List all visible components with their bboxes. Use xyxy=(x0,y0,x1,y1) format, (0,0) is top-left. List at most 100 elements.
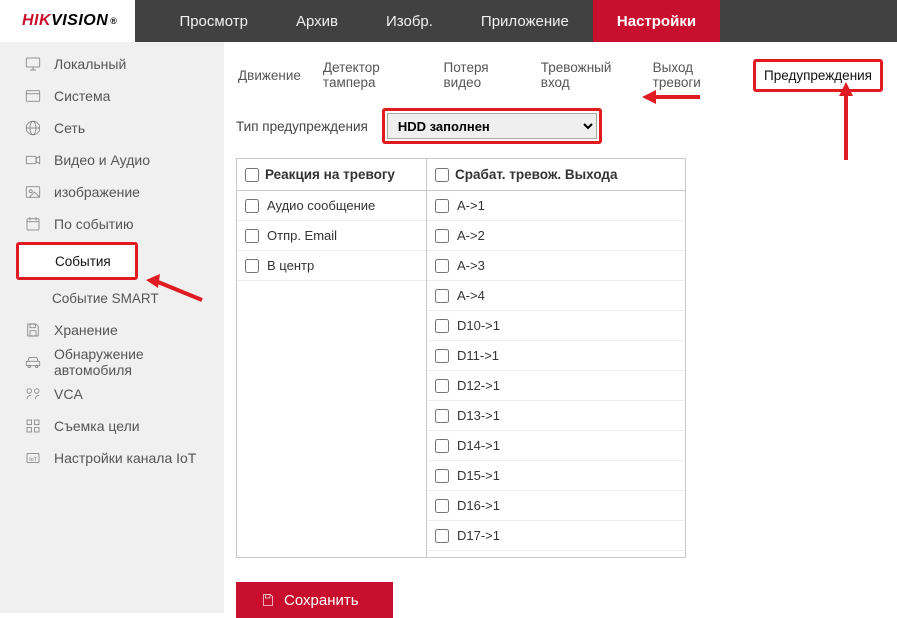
sidebar-item-smart-event[interactable]: Событие SMART xyxy=(0,282,224,314)
list-item[interactable]: D16->1 xyxy=(427,491,685,521)
list-item[interactable]: D18->1 xyxy=(427,551,685,557)
checkbox[interactable] xyxy=(435,379,449,393)
linkage-column: Реакция на тревогу Аудио сообщение Отпр.… xyxy=(237,159,427,557)
checkbox[interactable] xyxy=(435,469,449,483)
tab-label: Движение xyxy=(238,68,301,83)
sidebar-item-target-capture[interactable]: Съемка цели xyxy=(0,410,224,442)
iot-icon: IoT xyxy=(24,449,42,467)
checkbox[interactable] xyxy=(435,409,449,423)
globe-icon xyxy=(24,119,42,137)
checkbox[interactable] xyxy=(435,289,449,303)
item-label: A->2 xyxy=(457,228,485,243)
topnav-preview[interactable]: Просмотр xyxy=(155,0,272,42)
alarm-output-select-all[interactable] xyxy=(435,168,449,182)
item-label: D13->1 xyxy=(457,408,500,423)
tab-label: Потеря видео xyxy=(444,60,489,90)
checkbox[interactable] xyxy=(435,199,449,213)
item-label: A->4 xyxy=(457,288,485,303)
topnav: Просмотр Архив Изобр. Приложение Настрой… xyxy=(155,0,720,42)
linkage-select-all[interactable] xyxy=(245,168,259,182)
topnav-label: Архив xyxy=(296,13,338,30)
item-label: D10->1 xyxy=(457,318,500,333)
topnav-label: Приложение xyxy=(481,13,569,30)
item-label: A->1 xyxy=(457,198,485,213)
subtabs: Движение Детектор тампера Потеря видео Т… xyxy=(232,42,883,102)
tab-alarm-input[interactable]: Тревожный вход xyxy=(539,58,633,92)
sidebar-item-network[interactable]: Сеть xyxy=(0,112,224,144)
list-item[interactable]: D14->1 xyxy=(427,431,685,461)
tab-video-loss[interactable]: Потеря видео xyxy=(442,58,521,92)
list-item[interactable]: D15->1 xyxy=(427,461,685,491)
checkbox[interactable] xyxy=(245,199,259,213)
save-icon xyxy=(24,321,42,339)
sidebar-item-label: Локальный xyxy=(54,56,126,72)
checkbox[interactable] xyxy=(435,499,449,513)
item-label: D11->1 xyxy=(457,348,499,363)
item-label: Отпр. Email xyxy=(267,228,337,243)
topnav-settings[interactable]: Настройки xyxy=(593,0,720,42)
list-item[interactable]: D11->1 xyxy=(427,341,685,371)
sidebar-item-label: Сеть xyxy=(54,120,85,136)
item-label: Аудио сообщение xyxy=(267,198,375,213)
main: Локальный Система Сеть Видео и Аудио изо… xyxy=(0,42,897,613)
sidebar-item-label: События xyxy=(55,254,111,269)
sidebar-item-vehicle[interactable]: Обнаружение автомобиля xyxy=(0,346,224,378)
sidebar-item-events[interactable]: События xyxy=(19,245,135,277)
monitor-icon xyxy=(24,55,42,73)
tab-motion[interactable]: Движение xyxy=(236,66,303,85)
checkbox[interactable] xyxy=(435,319,449,333)
checkbox[interactable] xyxy=(435,439,449,453)
sidebar-item-system[interactable]: Система xyxy=(0,80,224,112)
tab-exception[interactable]: Предупреждения xyxy=(753,59,883,92)
brand-logo: HIKVISION® xyxy=(0,0,135,42)
checkbox[interactable] xyxy=(245,259,259,273)
sidebar-item-vca[interactable]: VCA xyxy=(0,378,224,410)
list-item[interactable]: A->2 xyxy=(427,221,685,251)
topnav-label: Изобр. xyxy=(386,13,433,30)
tab-alarm-output[interactable]: Выход тревоги xyxy=(651,58,735,92)
linkage-header: Реакция на тревогу xyxy=(237,159,426,191)
brand-hik: HIK xyxy=(22,12,51,30)
list-item[interactable]: В центр xyxy=(237,251,426,281)
target-icon xyxy=(24,417,42,435)
list-item[interactable]: A->1 xyxy=(427,191,685,221)
topnav-app[interactable]: Приложение xyxy=(457,0,593,42)
checkbox[interactable] xyxy=(245,229,259,243)
checkbox[interactable] xyxy=(435,229,449,243)
list-item[interactable]: D13->1 xyxy=(427,401,685,431)
list-item[interactable]: A->3 xyxy=(427,251,685,281)
tab-label: Предупреждения xyxy=(764,68,872,83)
tab-label: Детектор тампера xyxy=(323,60,380,90)
sidebar-item-storage[interactable]: Хранение xyxy=(0,314,224,346)
checkbox[interactable] xyxy=(435,529,449,543)
list-item[interactable]: D17->1 xyxy=(427,521,685,551)
linkage-tables: Реакция на тревогу Аудио сообщение Отпр.… xyxy=(236,158,686,558)
content: Движение Детектор тампера Потеря видео Т… xyxy=(224,42,897,613)
linkage-header-label: Реакция на тревогу xyxy=(265,167,395,182)
tab-tamper[interactable]: Детектор тампера xyxy=(321,58,424,92)
alarm-output-body[interactable]: A->1 A->2 A->3 A->4 D10->1 D11->1 D12->1… xyxy=(427,191,685,557)
list-item[interactable]: A->4 xyxy=(427,281,685,311)
topnav-archive[interactable]: Архив xyxy=(272,0,362,42)
exception-type-select[interactable]: HDD заполнен xyxy=(387,113,597,139)
list-item[interactable]: Отпр. Email xyxy=(237,221,426,251)
sidebar-item-label: По событию xyxy=(54,216,134,232)
item-label: D16->1 xyxy=(457,498,500,513)
sidebar-item-label: Система xyxy=(54,88,110,104)
tab-label: Выход тревоги xyxy=(653,60,701,90)
list-item[interactable]: D12->1 xyxy=(427,371,685,401)
sidebar-item-iot[interactable]: IoT Настройки канала IoT xyxy=(0,442,224,474)
sidebar-item-image[interactable]: изображение xyxy=(0,176,224,208)
sidebar-item-by-event[interactable]: По событию xyxy=(0,208,224,240)
item-label: D12->1 xyxy=(457,378,500,393)
sidebar-item-video-audio[interactable]: Видео и Аудио xyxy=(0,144,224,176)
list-item[interactable]: Аудио сообщение xyxy=(237,191,426,221)
checkbox[interactable] xyxy=(435,259,449,273)
sidebar-item-local[interactable]: Локальный xyxy=(0,48,224,80)
list-item[interactable]: D10->1 xyxy=(427,311,685,341)
sidebar: Локальный Система Сеть Видео и Аудио изо… xyxy=(0,42,224,613)
alarm-output-header: Срабат. тревож. Выхода xyxy=(427,159,685,191)
exception-type-label: Тип предупреждения xyxy=(236,119,368,134)
checkbox[interactable] xyxy=(435,349,449,363)
topnav-image[interactable]: Изобр. xyxy=(362,0,457,42)
